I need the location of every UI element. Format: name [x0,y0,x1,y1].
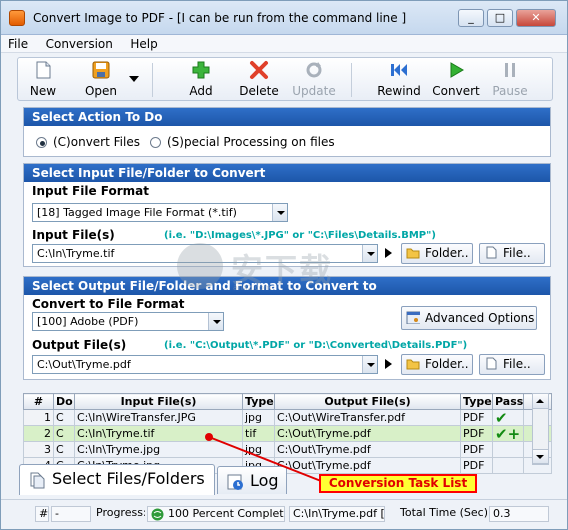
output-files-field[interactable]: C:\Out\Tryme.pdf [32,355,378,374]
scroll-down-arrow-icon[interactable] [533,449,548,464]
play-arrow-icon[interactable] [382,243,396,264]
new-button[interactable]: New [26,60,60,98]
input-format-label: Input File Format [32,184,150,198]
total-time-value: 0.3 [489,506,549,522]
play-arrow-icon[interactable] [382,354,396,375]
col-header-input[interactable]: Input File(s) [74,393,243,410]
pause-button[interactable]: Pause [488,60,532,98]
progress-globe-icon [151,508,164,521]
settings-window-icon [406,311,420,324]
callout-arrow [205,433,322,482]
special-processing-radio[interactable]: (S)pecial Processing on files [150,135,335,149]
action-section: Select Action To Do (C)onvert Files (S)p… [23,107,551,157]
add-plus-icon [191,60,211,80]
update-button[interactable]: Update [290,60,338,98]
input-files-label: Input File(s) [32,228,115,242]
window-title: Convert Image to PDF - [I can be run fro… [33,11,407,25]
files-icon [30,472,45,489]
toolbar: New Open Add Delete Update Rewind Conver… [17,57,553,101]
update-refresh-icon [304,60,324,80]
tab-select-files[interactable]: Select Files/Folders [19,464,215,495]
app-window: Convert Image to PDF - [I can be run fro… [0,0,568,530]
col-header-num[interactable]: # [23,393,54,410]
callout-label: Conversion Task List [319,474,477,493]
input-folder-button[interactable]: Folder.. [401,243,473,264]
col-header-pass[interactable]: Pass [492,393,524,410]
folder-icon [406,359,420,370]
table-header-row: # Do Input File(s) Type Output File(s) T… [23,393,552,410]
col-header-out-type[interactable]: Type [460,393,493,410]
status-dash: - [51,506,91,522]
progress-label: Progress: [96,506,145,519]
watermark-logo: 安下载 anxz.com [177,239,337,299]
input-section-header: Select Input File/Folder to Convert [24,164,550,182]
play-convert-icon [446,60,466,80]
input-format-select[interactable]: [18] Tagged Image File Format (*.tif) [32,203,288,222]
app-icon [9,10,25,26]
status-current-file: C:\In\Tryme.pdf [1] [289,506,385,522]
progress-value: 100 Percent Complete [147,506,285,522]
pass-check-icon: ✔ [492,409,524,426]
watermark-shield-icon [177,243,223,289]
radio-unselected-icon [150,137,161,148]
title-bar: Convert Image to PDF - [I can be run fro… [1,1,567,35]
output-file-button[interactable]: File.. [479,354,545,375]
action-section-header: Select Action To Do [24,108,550,126]
toolbar-separator [351,63,352,97]
rewind-button[interactable]: Rewind [374,60,424,98]
toolbar-separator [152,63,153,97]
convert-button[interactable]: Convert [430,60,482,98]
output-folder-button[interactable]: Folder.. [401,354,473,375]
dropdown-arrow-icon[interactable] [272,204,287,221]
radio-selected-icon [36,137,47,148]
minimize-button[interactable]: _ [458,9,484,27]
pause-icon [500,60,520,80]
menu-help[interactable]: Help [123,35,164,53]
table-vertical-scrollbar[interactable] [532,393,549,465]
file-icon [486,357,497,370]
total-time-label: Total Time (Sec): [400,506,487,519]
dropdown-arrow-icon[interactable] [362,356,377,373]
dropdown-arrow-icon[interactable] [208,313,223,330]
output-files-hint: (i.e. "C:\Output\*.PDF" or "D:\Converted… [164,340,468,351]
watermark-subtext: anxz.com [233,283,272,292]
save-disk-icon [91,60,111,80]
col-header-in-type[interactable]: Type [242,393,275,410]
delete-x-icon [249,60,269,80]
file-icon [486,246,497,259]
open-dropdown-arrow-icon[interactable] [129,72,139,85]
add-button[interactable]: Add [182,60,220,98]
advanced-options-button[interactable]: Advanced Options [401,306,537,330]
convert-files-radio[interactable]: (C)onvert Files [36,135,140,149]
open-button[interactable]: Open [76,60,126,98]
menu-file[interactable]: File [1,35,35,53]
rewind-icon [389,60,409,80]
delete-button[interactable]: Delete [236,60,282,98]
table-row[interactable]: 1 C C:\In\WireTransfer.JPG jpg C:\Out\Wi… [23,409,552,426]
folder-icon [406,248,420,259]
col-header-do[interactable]: Do [53,393,75,410]
input-file-button[interactable]: File.. [479,243,545,264]
close-button[interactable]: ✕ [516,9,556,27]
output-format-select[interactable]: [100] Adobe (PDF) [32,312,224,331]
scroll-up-arrow-icon[interactable] [533,394,548,409]
col-header-output[interactable]: Output File(s) [274,393,461,410]
new-file-icon [33,60,53,80]
output-format-label: Convert to File Format [32,297,185,311]
status-hash: # [35,506,49,522]
status-bar: # - Progress: 100 Percent Complete C:\In… [1,499,567,529]
pass-check-icon: ✔+ [492,425,524,442]
menu-bar: File Conversion Help [1,35,567,53]
maximize-button[interactable]: □ [487,9,513,27]
output-files-label: Output File(s) [32,338,127,352]
menu-conversion[interactable]: Conversion [39,35,120,53]
dropdown-arrow-icon[interactable] [362,245,377,262]
